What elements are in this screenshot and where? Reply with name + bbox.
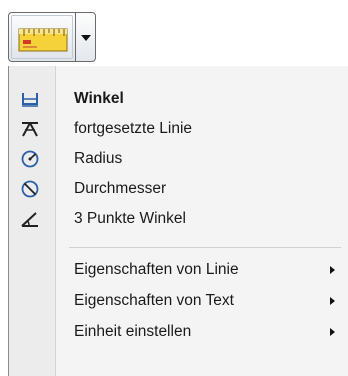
ruler-icon xyxy=(18,28,68,52)
menu-item-label: Einheit einstellen xyxy=(74,323,192,340)
menu-item-text-properties[interactable]: Eigenschaften von Text xyxy=(9,286,348,316)
measure-button[interactable] xyxy=(8,12,75,62)
continued-line-icon xyxy=(22,122,38,137)
menu-item-label: Durchmesser xyxy=(74,180,167,197)
menu-item-label: fortgesetzte Linie xyxy=(74,120,193,137)
menu-item-label: Eigenschaften von Linie xyxy=(74,261,239,278)
menu-item-three-point-angle[interactable]: 3 Punkte Winkel xyxy=(9,204,348,234)
menu-item-radius[interactable]: Radius xyxy=(9,144,348,174)
diameter-icon xyxy=(21,180,39,198)
submenu-arrow-icon xyxy=(330,328,335,336)
submenu-arrow-icon xyxy=(330,297,335,305)
menu-item-label: Radius xyxy=(74,150,123,167)
measure-split-button[interactable] xyxy=(8,12,96,64)
menu-item-angle[interactable]: Winkel xyxy=(9,84,348,114)
menu-item-line-properties[interactable]: Eigenschaften von Linie xyxy=(9,255,348,285)
dropdown-toggle[interactable] xyxy=(75,12,96,62)
angle-icon xyxy=(22,93,38,107)
submenu-arrow-icon xyxy=(330,266,335,274)
radius-icon xyxy=(21,150,39,168)
menu-item-continued-line[interactable]: fortgesetzte Linie xyxy=(9,114,348,144)
menu-item-diameter[interactable]: Durchmesser xyxy=(9,174,348,204)
three-point-angle-icon xyxy=(21,212,38,227)
menu-item-set-unit[interactable]: Einheit einstellen xyxy=(9,317,348,347)
menu-item-label: 3 Punkte Winkel xyxy=(74,210,186,227)
chevron-down-icon xyxy=(81,35,91,41)
menu-item-label: Eigenschaften von Text xyxy=(74,292,234,309)
menu-separator xyxy=(69,247,341,248)
measure-menu: Winkel fortgesetzte Linie Radius Durchme… xyxy=(8,66,348,376)
menu-item-label: Winkel xyxy=(74,90,124,107)
